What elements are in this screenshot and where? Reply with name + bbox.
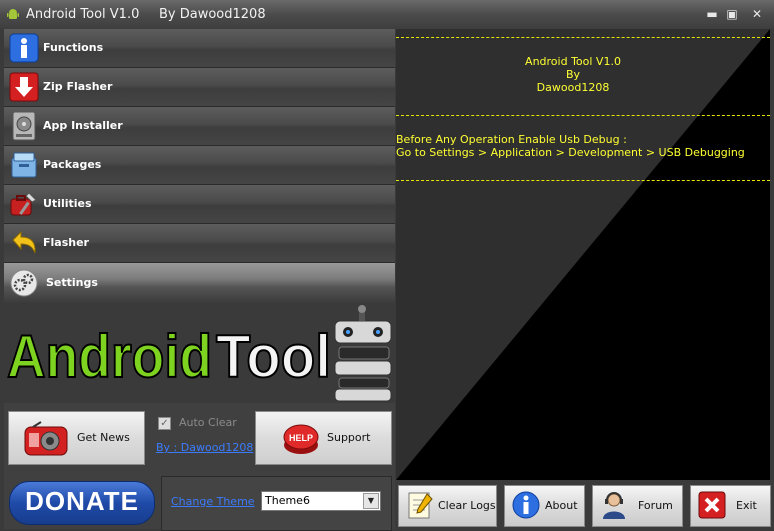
- window-title: Android Tool V1.0: [26, 7, 140, 22]
- divider: [396, 37, 770, 38]
- gears-icon: [10, 269, 38, 297]
- sidebar-item-label: Packages: [43, 158, 102, 171]
- theme-select[interactable]: Theme6 ▼: [261, 491, 381, 511]
- clear-logs-button[interactable]: Clear Logs: [398, 485, 497, 527]
- sidebar-item-app-installer[interactable]: App Installer: [4, 107, 395, 146]
- support-label: Support: [327, 431, 371, 444]
- console-line: Go to Settings > Application > Developme…: [396, 146, 745, 159]
- help-button-icon: HELP: [283, 424, 319, 454]
- minimize-button[interactable]: ▬: [703, 6, 721, 22]
- auto-clear-label: Auto Clear: [179, 416, 237, 429]
- package-box-icon: [11, 152, 37, 178]
- console-line: By: [565, 68, 581, 81]
- download-arrow-icon: [9, 72, 39, 102]
- console-line: Android Tool V1.0: [525, 55, 621, 68]
- exit-label: Exit: [736, 499, 757, 512]
- svg-text:Android: Android: [7, 323, 212, 390]
- close-button[interactable]: ✕: [748, 6, 766, 22]
- android-tool-logo: Android Tool: [4, 303, 395, 403]
- donate-button[interactable]: DONATE: [9, 481, 155, 525]
- console-output: Android Tool V1.0 By Dawood1208 Before A…: [396, 29, 770, 480]
- undo-arrow-icon: [12, 230, 36, 254]
- console-line: Before Any Operation Enable Usb Debug :: [396, 133, 627, 146]
- sidebar-item-packages[interactable]: Packages: [4, 146, 395, 185]
- info-icon: [9, 33, 39, 63]
- sidebar-item-label: Functions: [43, 41, 104, 54]
- sidebar-item-settings[interactable]: Settings: [4, 263, 395, 304]
- chevron-down-icon[interactable]: ▼: [363, 493, 379, 509]
- android-logo-icon: [7, 9, 19, 19]
- forum-label: Forum: [638, 499, 673, 512]
- about-button[interactable]: About: [504, 485, 585, 527]
- console-background: [396, 29, 770, 480]
- divider: [396, 115, 770, 116]
- auto-clear-checkbox[interactable]: ✓: [158, 417, 171, 430]
- sidebar-item-label: Settings: [46, 276, 98, 289]
- sidebar-item-functions[interactable]: Functions: [4, 29, 395, 68]
- change-theme-link[interactable]: Change Theme: [171, 495, 255, 508]
- clear-logs-label: Clear Logs: [438, 499, 496, 512]
- sidebar-item-label: Utilities: [43, 197, 92, 210]
- get-news-button[interactable]: Get News: [8, 411, 145, 465]
- info-circle-icon: [512, 491, 540, 519]
- title-bar: Android Tool V1.0 By Dawood1208 ▬ ▣ ✕: [0, 0, 774, 29]
- sidebar-item-label: Flasher: [43, 236, 89, 249]
- theme-select-value: Theme6: [265, 494, 310, 507]
- radio-icon: [24, 421, 68, 456]
- exit-button[interactable]: Exit: [690, 485, 771, 527]
- svg-text:Tool: Tool: [216, 323, 331, 390]
- about-label: About: [545, 499, 578, 512]
- tools-icon: [10, 192, 37, 216]
- sidebar-item-flasher[interactable]: Flasher: [4, 224, 395, 263]
- sidebar-item-label: Zip Flasher: [43, 80, 113, 93]
- notepad-icon: [408, 492, 433, 519]
- sidebar-item-utilities[interactable]: Utilities: [4, 185, 395, 224]
- exit-x-icon: [698, 491, 726, 519]
- support-button[interactable]: HELP Support: [255, 411, 392, 465]
- author-link[interactable]: By : Dawood1208: [156, 441, 253, 454]
- window-author: By Dawood1208: [159, 7, 266, 22]
- forum-button[interactable]: Forum: [592, 485, 683, 527]
- hard-drive-icon: [12, 111, 36, 141]
- sidebar-item-label: App Installer: [43, 119, 123, 132]
- console-line: Dawood1208: [536, 81, 610, 94]
- get-news-label: Get News: [77, 431, 130, 444]
- maximize-button[interactable]: ▣: [723, 6, 741, 22]
- divider: [396, 180, 770, 181]
- support-agent-icon: [603, 492, 625, 519]
- svg-text:HELP: HELP: [289, 433, 313, 443]
- sidebar-item-zip-flasher[interactable]: Zip Flasher: [4, 68, 395, 107]
- donate-label: DONATE: [25, 486, 139, 516]
- sidebar-nav: Functions Zip Flasher App Installer Pack…: [4, 29, 395, 304]
